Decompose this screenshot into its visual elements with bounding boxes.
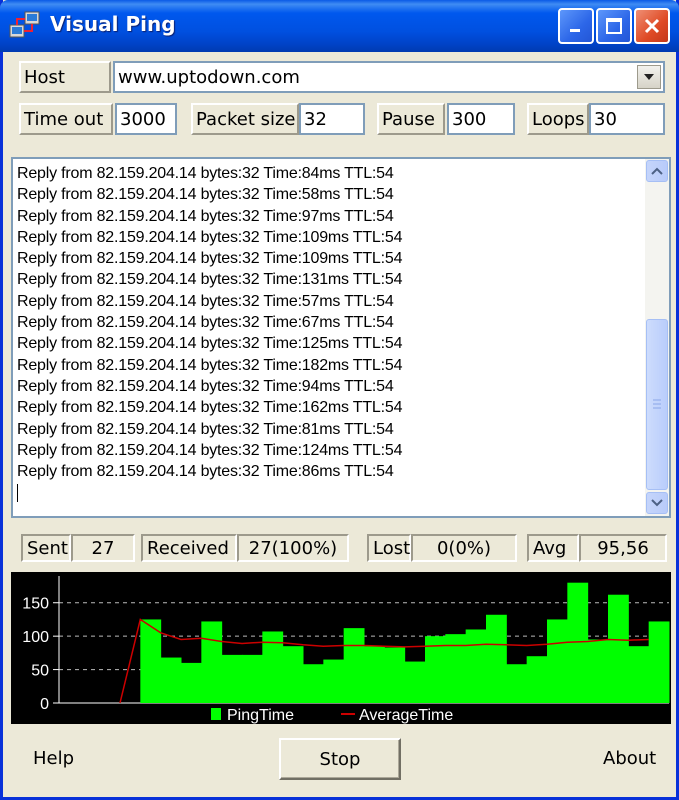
legend-label-averagetime: AverageTime [359, 707, 453, 724]
sent-value: 27 [71, 534, 135, 562]
ping-bar [221, 654, 243, 703]
ping-bar [160, 657, 182, 703]
close-button[interactable] [634, 8, 670, 44]
log-line: Reply from 82.159.204.14 bytes:32 Time:1… [17, 250, 403, 268]
ping-bar [242, 654, 263, 703]
sent-label: Sent [21, 534, 71, 562]
log-line: Reply from 82.159.204.14 bytes:32 Time:1… [17, 399, 403, 417]
log-line: Reply from 82.159.204.14 bytes:32 Time:6… [17, 314, 394, 332]
ping-bar [282, 646, 304, 703]
minimize-icon [570, 29, 580, 32]
avg-label: Avg [527, 534, 579, 562]
y-tick-label: 150 [22, 596, 49, 613]
minimize-button[interactable] [558, 8, 594, 44]
loops-label: Loops [527, 103, 589, 135]
received-value: 27(100%) [237, 534, 349, 562]
ping-bar [343, 628, 365, 703]
log-line: Reply from 82.159.204.14 bytes:32 Time:5… [17, 292, 394, 310]
ping-bar [303, 664, 324, 703]
ping-bar [140, 619, 162, 703]
chevron-up-icon [651, 167, 663, 175]
lost-value: 0(0%) [411, 534, 517, 562]
ping-bar [628, 646, 650, 703]
about-link[interactable]: About [603, 748, 656, 769]
log-line: Reply from 82.159.204.14 bytes:32 Time:8… [17, 420, 394, 438]
ping-bar [486, 614, 507, 703]
chevron-down-icon [644, 74, 654, 80]
host-dropdown-button[interactable] [637, 65, 661, 89]
ping-bar [465, 629, 487, 703]
ping-bar [567, 582, 589, 703]
reply-log-lines: Reply from 82.159.204.14 bytes:32 Time:8… [17, 163, 643, 503]
log-line: Reply from 82.159.204.14 bytes:32 Time:5… [17, 186, 394, 204]
y-tick-label: 100 [22, 629, 49, 646]
y-tick-label: 0 [40, 696, 49, 713]
ping-bar [587, 639, 609, 703]
y-tick-label: 50 [31, 663, 49, 680]
ping-bar [181, 662, 202, 703]
ping-chart-svg: 150 100 50 0 PingTime AverageTime [22, 576, 670, 724]
app-icon [9, 11, 40, 38]
ping-bar [323, 659, 345, 703]
log-line: Reply from 82.159.204.14 bytes:32 Time:1… [17, 228, 403, 246]
ping-bar [547, 619, 568, 703]
log-scrollbar[interactable] [645, 159, 669, 516]
stop-button[interactable]: Stop [279, 738, 401, 780]
ping-bar [506, 664, 528, 703]
help-link[interactable]: Help [33, 748, 74, 769]
ping-bar [364, 646, 385, 703]
avg-value: 95,56 [579, 534, 667, 562]
host-value[interactable]: www.uptodown.com [118, 67, 300, 88]
title-bar[interactable]: Visual Ping [0, 0, 679, 52]
log-line: Reply from 82.159.204.14 bytes:32 Time:8… [17, 165, 394, 182]
maximize-icon [606, 18, 622, 34]
ping-bar [526, 656, 548, 703]
ping-bar [445, 634, 467, 703]
log-line: Reply from 82.159.204.14 bytes:32 Time:1… [17, 356, 403, 374]
log-line: Reply from 82.159.204.14 bytes:32 Time:8… [17, 463, 394, 481]
legend-swatch-pingtime [211, 708, 221, 720]
loops-input[interactable]: 30 [589, 103, 665, 135]
reply-log[interactable]: Reply from 82.159.204.14 bytes:32 Time:8… [11, 157, 671, 518]
ping-bar [648, 621, 670, 703]
packet-size-input[interactable]: 32 [299, 103, 365, 135]
app-window: Visual Ping Host www.uptodown.com Time o… [0, 0, 679, 800]
maximize-button[interactable] [596, 8, 632, 44]
ping-bar [201, 621, 223, 703]
received-label: Received [141, 534, 237, 562]
close-icon [644, 18, 660, 34]
grip-icon [653, 399, 661, 409]
ping-bar [384, 647, 406, 703]
scroll-up-button[interactable] [646, 160, 668, 182]
scroll-down-button[interactable] [646, 492, 668, 514]
packet-size-label: Packet size [191, 103, 299, 135]
log-line: Reply from 82.159.204.14 bytes:32 Time:1… [17, 271, 403, 289]
lost-label: Lost [367, 534, 411, 562]
pause-label: Pause [377, 103, 445, 135]
text-caret [17, 484, 18, 503]
chevron-down-icon [651, 499, 663, 507]
pause-input[interactable]: 300 [447, 103, 515, 135]
log-line: Reply from 82.159.204.14 bytes:32 Time:9… [17, 207, 394, 225]
log-line: Reply from 82.159.204.14 bytes:32 Time:1… [17, 441, 403, 459]
legend-label-pingtime: PingTime [227, 707, 294, 724]
log-line: Reply from 82.159.204.14 bytes:32 Time:9… [17, 377, 394, 395]
scroll-thumb[interactable] [646, 319, 668, 490]
ping-chart: 150 100 50 0 PingTime AverageTime [11, 572, 671, 724]
ping-bar [404, 661, 426, 703]
ping-bar [608, 594, 629, 703]
host-combobox[interactable]: www.uptodown.com [113, 61, 665, 93]
log-line: Reply from 82.159.204.14 bytes:32 Time:1… [17, 335, 403, 353]
window-title: Visual Ping [50, 12, 176, 36]
host-label: Host [19, 61, 111, 93]
timeout-label: Time out [19, 103, 113, 135]
timeout-input[interactable]: 3000 [115, 103, 177, 135]
